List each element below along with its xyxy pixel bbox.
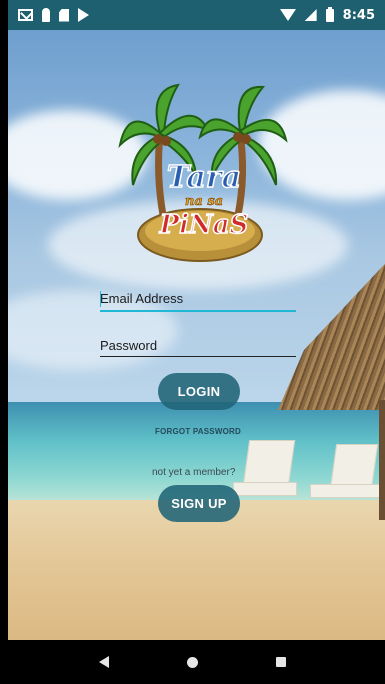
signal-icon [304,9,317,21]
beach-chair [242,440,296,486]
not-member-text: not yet a member? [152,467,236,478]
hut-pole [379,400,385,520]
email-field-placeholder: Email Address [100,290,296,308]
password-field-placeholder: Password [100,338,158,353]
status-bar: 8:45 [8,0,385,30]
logo-text-na-sa: na sa [185,194,223,209]
navigation-bar [0,640,385,684]
app-logo: Tara na sa PiNaS [108,75,293,265]
email-field-underline [100,310,296,312]
home-icon[interactable] [187,656,198,668]
password-field-underline [100,356,296,357]
status-right-icons: 8:45 [279,6,375,23]
signup-button[interactable]: SIGN UP [158,485,240,522]
beach-chair-seat [310,484,380,498]
logo-text-tara: Tara [167,160,241,195]
back-icon[interactable] [99,656,109,668]
status-time: 8:45 [342,7,375,23]
password-field[interactable]: Password [100,337,296,357]
person-icon [42,8,50,22]
forgot-password-link[interactable]: FORGOT PASSWORD [108,427,288,436]
recents-icon[interactable] [276,657,286,667]
coconut [241,134,251,144]
wifi-icon [279,9,296,21]
play-store-icon [78,8,89,22]
logo-text-pinas: PiNaS [159,210,249,240]
palm-trunk-left [155,134,167,216]
sd-card-icon [59,8,69,22]
status-left-icons [18,8,89,22]
beach-chair-seat [233,482,297,496]
gmail-icon [18,9,33,21]
email-field[interactable]: Email Address [100,290,296,312]
screen: 8:45 Tara na sa PiNaS Email Address Pass… [8,0,385,684]
login-button[interactable]: LOGIN [158,373,240,410]
battery-icon [325,6,334,22]
coconut [161,136,171,146]
logo-graphic: Tara na sa PiNaS [118,83,288,262]
